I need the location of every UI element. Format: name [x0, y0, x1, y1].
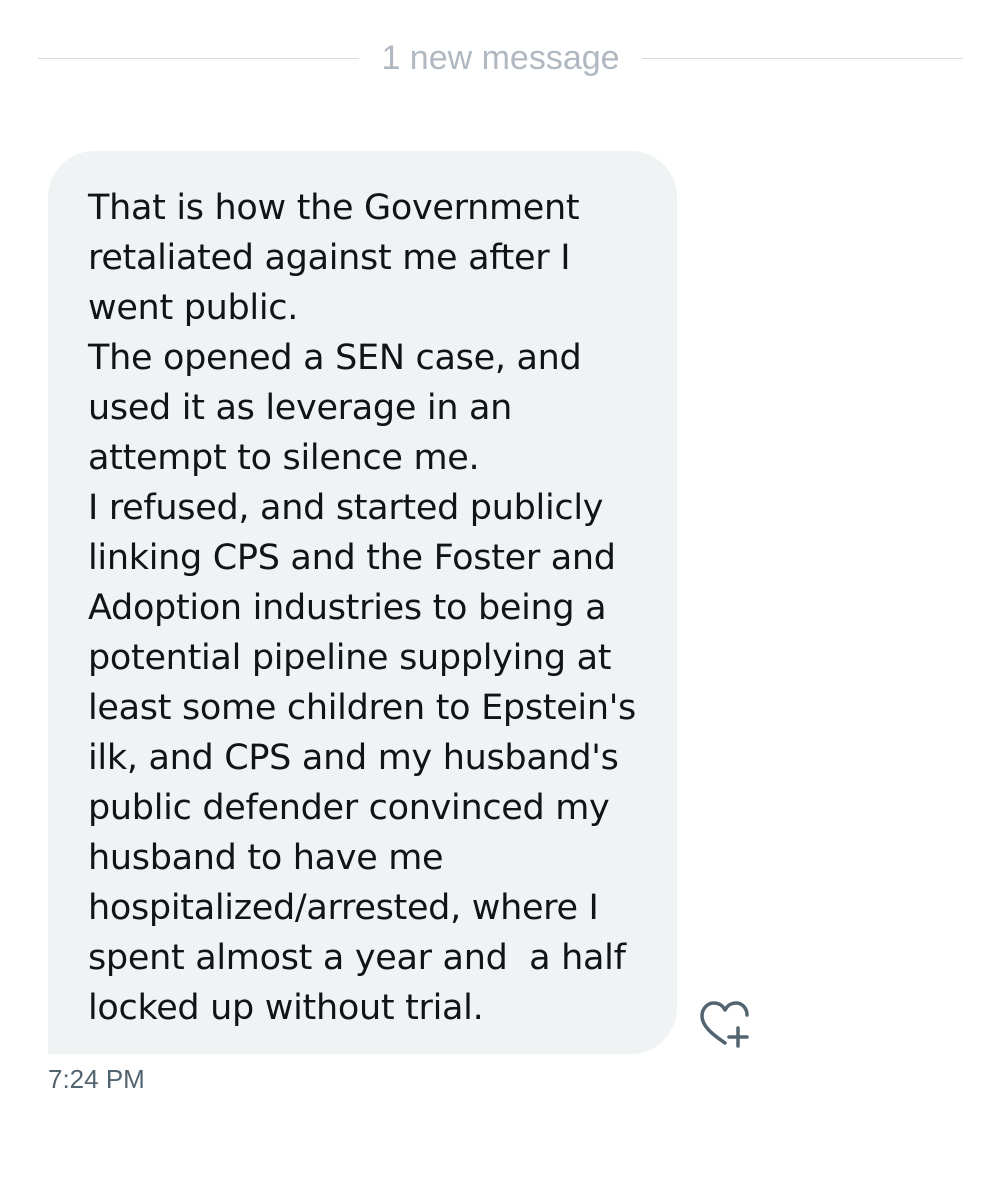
heart-plus-icon: [700, 1001, 749, 1048]
divider-line-left: [38, 57, 360, 59]
message-line: least some children to Epstein's: [88, 688, 636, 728]
message-line: retaliated against me after I: [88, 238, 571, 278]
message-line: The opened a SEN case, and: [88, 338, 582, 378]
message-line: went public.: [88, 288, 299, 328]
message-line: linking CPS and the Foster and: [88, 538, 616, 578]
message-line: ilk, and CPS and my husband's: [88, 738, 619, 778]
message-line: That is how the Government: [88, 188, 580, 228]
message-line: spent almost a year and a half: [88, 938, 626, 978]
message-line: husband to have me: [88, 838, 444, 878]
new-message-label: 1 new message: [381, 38, 620, 77]
message-bubble[interactable]: That is how the Government retaliated ag…: [48, 151, 677, 1054]
message-line: I refused, and started publicly: [88, 488, 604, 528]
message-line: locked up without trial.: [88, 988, 484, 1028]
message-line: public defender convinced my: [88, 788, 610, 828]
divider-line-right: [641, 57, 964, 59]
message-timestamp: 7:24 PM: [48, 1064, 145, 1094]
message-line: used it as leverage in an: [88, 388, 513, 428]
message-line: potential pipeline supplying at: [88, 638, 612, 678]
react-button[interactable]: [698, 1000, 754, 1050]
new-message-divider: 1 new message: [38, 30, 964, 86]
message-line: hospitalized/arrested, where I: [88, 888, 599, 928]
message-line: Adoption industries to being a: [88, 588, 607, 628]
message-line: attempt to silence me.: [88, 438, 480, 478]
